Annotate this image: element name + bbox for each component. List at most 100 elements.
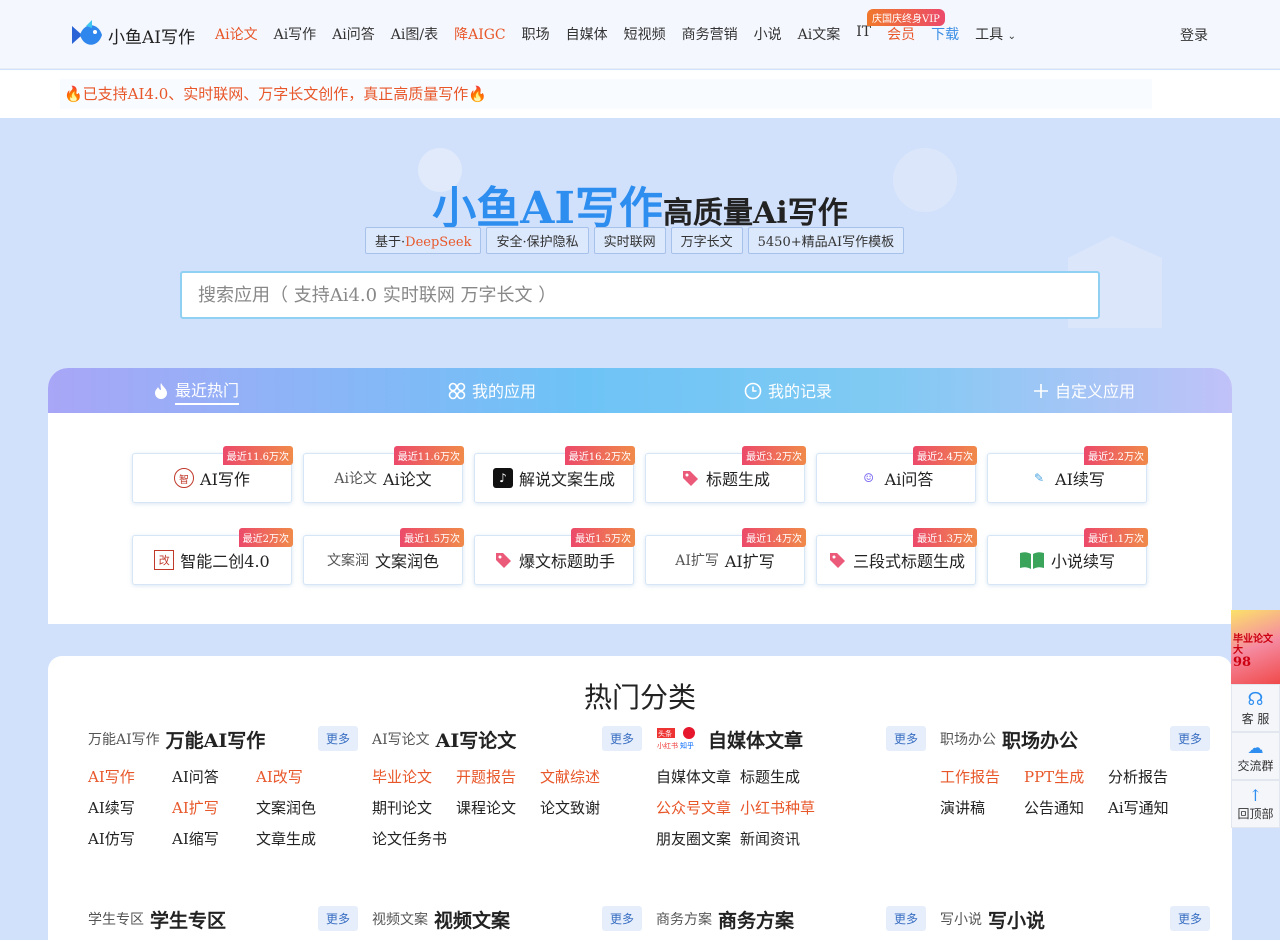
tab-recent-hot[interactable]: 最近热门 — [48, 368, 344, 413]
link-ai-imitate[interactable]: AI仿写 — [88, 828, 172, 849]
link-ppt-gen[interactable]: PPT生成 — [1024, 766, 1108, 787]
service-label: 客 服 — [1241, 712, 1270, 726]
logo[interactable]: 小鱼AI写作 — [70, 18, 195, 52]
nav-tools[interactable]: 工具 ⌄ — [975, 24, 1016, 44]
svg-text:头条: 头条 — [658, 729, 672, 738]
tab-label: 我的记录 — [767, 381, 832, 401]
app-ai-writing[interactable]: 智 AI写作 最近11.6万次 — [132, 446, 293, 503]
category-name: 商务方案 — [718, 909, 795, 932]
nav-reduce-aigc[interactable]: 降AIGC — [454, 24, 506, 44]
broken-image-icon: AI扩写 — [675, 553, 719, 569]
community-group-button[interactable]: ☁ 交流群 — [1231, 732, 1280, 780]
app-narration-copy[interactable]: ♪ 解说文案生成 最近16.2万次 — [474, 446, 635, 503]
more-button[interactable]: 更多 — [885, 726, 926, 751]
link-title-gen[interactable]: 标题生成 — [740, 766, 824, 787]
app-ai-expand[interactable]: AI扩写 AI扩写 最近1.4万次 — [645, 528, 806, 585]
link-moments-copy[interactable]: 朋友圈文案 — [656, 828, 740, 849]
broken-image-icon: Ai论文 — [334, 471, 377, 487]
link-ai-rewrite[interactable]: AI改写 — [256, 766, 356, 787]
logo-text: 小鱼AI写作 — [108, 27, 195, 48]
nav-it[interactable]: IT — [856, 24, 871, 44]
nav-marketing[interactable]: 商务营销 — [682, 24, 738, 44]
link-course-paper[interactable]: 课程论文 — [456, 797, 540, 818]
category-workplace: 职场办公 职场办公 更多 工作报告 PPT生成 分析报告 演讲稿 公告通知 Ai… — [940, 724, 1210, 818]
link-copy-polish[interactable]: 文案润色 — [256, 797, 356, 818]
link-news[interactable]: 新闻资讯 — [740, 828, 824, 849]
tab-label: 我的应用 — [471, 381, 536, 401]
nav-member[interactable]: 会员 — [887, 24, 915, 44]
link-ai-notice[interactable]: Ai写通知 — [1108, 797, 1208, 818]
tab-label: 自定义应用 — [1054, 381, 1135, 401]
search-input[interactable] — [180, 271, 1100, 319]
link-graduation-paper[interactable]: 毕业论文 — [372, 766, 456, 787]
link-literature-review[interactable]: 文献综述 — [540, 766, 640, 787]
link-ai-shorten[interactable]: AI缩写 — [172, 828, 256, 849]
back-to-top-button[interactable]: ↑ 回顶部 — [1231, 780, 1280, 828]
category-name: 写小说 — [988, 909, 1046, 932]
arrow-up-icon: ↑ — [1248, 786, 1263, 805]
top-navbar: 小鱼AI写作 Ai论文 Ai写作 Ai问答 Ai图/表 降AIGC 职场 自媒体… — [0, 0, 1280, 69]
link-ai-continue[interactable]: AI续写 — [88, 797, 172, 818]
tab-my-records[interactable]: 我的记录 — [640, 368, 936, 413]
link-acknowledgement[interactable]: 论文致谢 — [540, 797, 640, 818]
tag-long-text: 万字长文 — [670, 227, 743, 254]
category-self-media: 头条 小红书 知乎 自媒体文章 更多 自媒体文章 标题生成 公众号文章 小红书种草 … — [656, 724, 926, 849]
app-ai-qa[interactable]: ☺ Ai问答 最近2.4万次 — [816, 446, 977, 503]
nav-novel[interactable]: 小说 — [754, 24, 782, 44]
more-button[interactable]: 更多 — [1169, 906, 1210, 931]
more-button[interactable]: 更多 — [317, 906, 358, 931]
nav-ai-writing[interactable]: Ai写作 — [274, 24, 317, 44]
more-button[interactable]: 更多 — [317, 726, 358, 751]
link-self-media-article[interactable]: 自媒体文章 — [656, 766, 740, 787]
app-label: Ai问答 — [884, 470, 934, 489]
app-copy-polish[interactable]: 文案润 文案润色 最近1.5万次 — [303, 528, 464, 585]
app-smart-remix[interactable]: 改 智能二创4.0 最近2万次 — [132, 528, 293, 585]
link-journal-paper[interactable]: 期刊论文 — [372, 797, 456, 818]
usage-badge: 最近1.3万次 — [913, 528, 977, 547]
tab-custom-app[interactable]: 自定义应用 — [936, 368, 1232, 413]
customer-service-button[interactable]: ☊ 客 服 — [1231, 684, 1280, 732]
category-universal-writing: 万能AI写作 万能AI写作 更多 AI写作 AI问答 AI改写 AI续写 AI扩… — [88, 724, 358, 849]
graduation-promo-banner[interactable]: 毕业论文大 98 — [1231, 610, 1280, 684]
more-button[interactable]: 更多 — [885, 906, 926, 931]
flame-icon — [154, 382, 167, 399]
app-ai-continue[interactable]: ✎ AI续写 最近2.2万次 — [987, 446, 1148, 503]
category-name: AI写论文 — [435, 729, 517, 752]
app-ai-paper[interactable]: Ai论文 Ai论文 最近11.6万次 — [303, 446, 464, 503]
link-proposal[interactable]: 开题报告 — [456, 766, 540, 787]
link-ai-writing[interactable]: AI写作 — [88, 766, 172, 787]
link-article-gen[interactable]: 文章生成 — [256, 828, 356, 849]
nav-ai-chart[interactable]: Ai图/表 — [391, 24, 438, 44]
main-nav: Ai论文 Ai写作 Ai问答 Ai图/表 降AIGC 职场 自媒体 短视频 商务… — [215, 24, 1032, 44]
app-title-gen[interactable]: 标题生成 最近3.2万次 — [645, 446, 806, 503]
login-link[interactable]: 登录 — [1180, 25, 1208, 45]
link-task-book[interactable]: 论文任务书 — [372, 828, 456, 849]
nav-workplace[interactable]: 职场 — [522, 24, 550, 44]
more-button[interactable]: 更多 — [1169, 726, 1210, 751]
link-speech[interactable]: 演讲稿 — [940, 797, 1024, 818]
link-work-report[interactable]: 工作报告 — [940, 766, 1024, 787]
app-label: 三段式标题生成 — [852, 552, 965, 571]
more-button[interactable]: 更多 — [601, 906, 642, 931]
broken-image-icon: 职场办公 — [940, 732, 996, 748]
link-ai-qa[interactable]: AI问答 — [172, 766, 256, 787]
link-analysis-report[interactable]: 分析报告 — [1108, 766, 1208, 787]
nav-short-video[interactable]: 短视频 — [624, 24, 666, 44]
app-viral-title[interactable]: 爆文标题助手 最近1.5万次 — [474, 528, 635, 585]
link-xhs-seeding[interactable]: 小红书种草 — [740, 797, 824, 818]
link-announcement[interactable]: 公告通知 — [1024, 797, 1108, 818]
nav-download[interactable]: 下载 — [931, 24, 959, 44]
notepad-icon: ✎ — [1034, 471, 1045, 485]
link-ai-expand[interactable]: AI扩写 — [172, 797, 256, 818]
nav-self-media[interactable]: 自媒体 — [566, 24, 608, 44]
link-wechat-article[interactable]: 公众号文章 — [656, 797, 740, 818]
tab-my-apps[interactable]: 我的应用 — [344, 368, 640, 413]
nav-ai-paper[interactable]: Ai论文 — [215, 24, 258, 44]
app-three-part-title[interactable]: 三段式标题生成 最近1.3万次 — [816, 528, 977, 585]
nav-ai-qa[interactable]: Ai问答 — [332, 24, 375, 44]
category-name: 学生专区 — [150, 909, 227, 932]
hero-title-rest: 高质量Ai写作 — [663, 196, 848, 231]
app-novel-continue[interactable]: 小说续写 最近1.1万次 — [987, 528, 1148, 585]
nav-ai-copy[interactable]: Ai文案 — [798, 24, 841, 44]
more-button[interactable]: 更多 — [601, 726, 642, 751]
